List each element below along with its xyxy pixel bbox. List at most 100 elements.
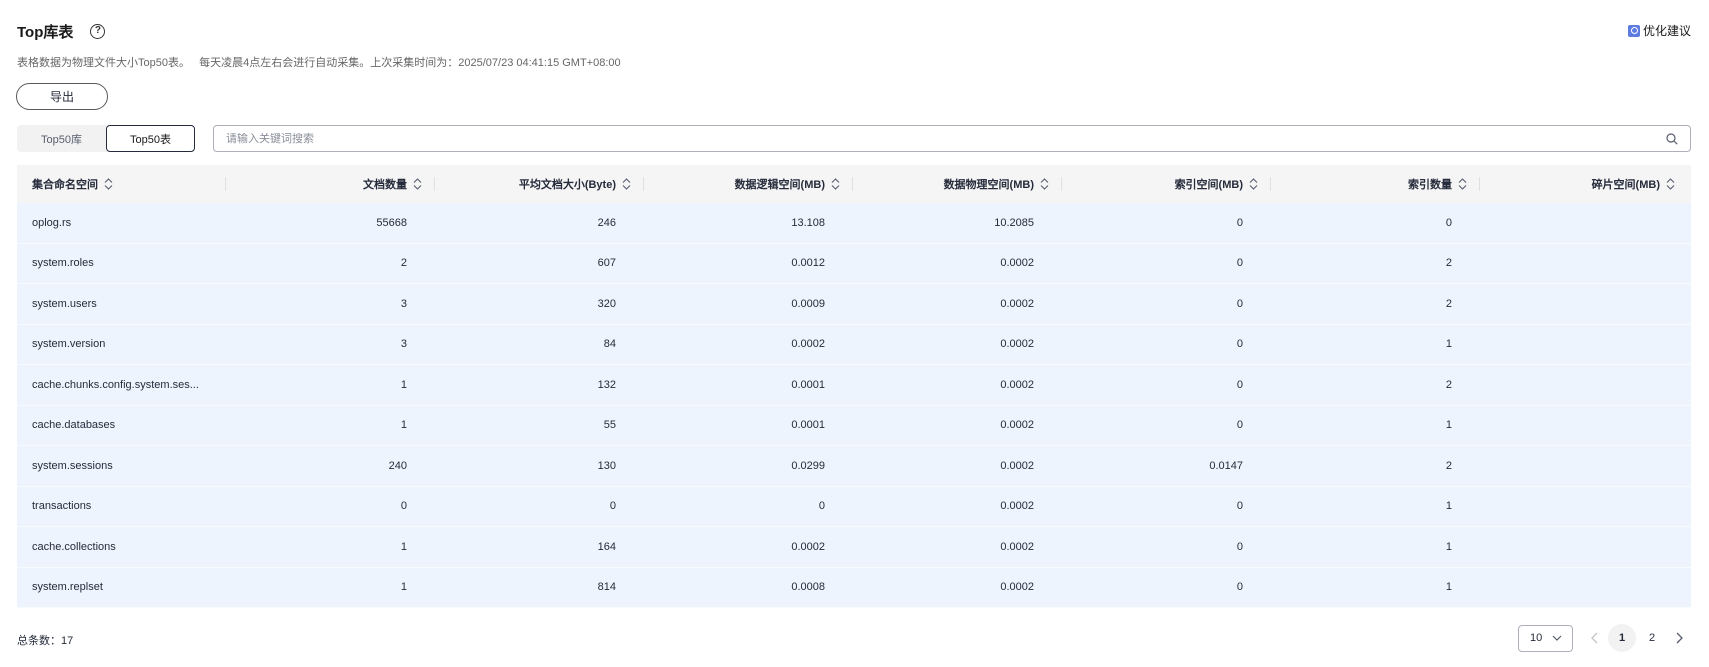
- cell-logical-space: 0.0299: [791, 459, 825, 472]
- cell-physical-space: 0.0002: [1000, 338, 1034, 351]
- total-count: 总条数：17: [17, 635, 74, 647]
- page-size-select[interactable]: 10: [1518, 624, 1573, 652]
- table-row[interactable]: cache.collections 1 164 0.0002 0.0002 0 1: [17, 527, 1691, 568]
- cell-doc-count: 240: [388, 459, 407, 472]
- cell-namespace: system.roles: [32, 257, 94, 270]
- cell-namespace: oplog.rs: [32, 216, 72, 229]
- cell-index-space: 0: [1236, 419, 1243, 432]
- column-header-label: 索引数量: [1408, 179, 1452, 191]
- sort-icon[interactable]: [1458, 178, 1467, 190]
- sort-icon[interactable]: [1249, 178, 1258, 190]
- table-row[interactable]: transactions 0 0 0 0.0002 0 1: [17, 486, 1691, 527]
- segment-switch: Top50库 Top50表: [17, 125, 195, 152]
- cell-namespace: cache.databases: [32, 419, 116, 432]
- page-2-button[interactable]: 2: [1638, 624, 1666, 652]
- cell-logical-space: 0.0012: [791, 257, 825, 270]
- cell-doc-count: 55668: [376, 216, 407, 229]
- table-row[interactable]: system.version 3 84 0.0002 0.0002 0 1: [17, 324, 1691, 365]
- cell-index-count: 2: [1445, 459, 1452, 472]
- cell-namespace: cache.chunks.config.system.ses...: [32, 378, 199, 391]
- cell-doc-count: 1: [400, 419, 407, 432]
- cell-physical-space: 0.0002: [1000, 257, 1034, 270]
- cell-avg-doc-size: 164: [597, 540, 616, 553]
- cell-namespace: system.version: [32, 338, 106, 351]
- search-icon[interactable]: [1666, 133, 1678, 145]
- cell-physical-space: 0.0002: [1000, 500, 1034, 513]
- column-header-label: 碎片空间(MB): [1591, 179, 1660, 191]
- cell-physical-space: 0.0002: [1000, 297, 1034, 310]
- cell-namespace: cache.collections: [32, 540, 116, 553]
- column-header-namespace[interactable]: 集合命名空间: [17, 165, 226, 203]
- cell-index-count: 1: [1445, 581, 1452, 594]
- tab-top50-table[interactable]: Top50表: [106, 125, 195, 152]
- cell-avg-doc-size: 246: [597, 216, 616, 229]
- page-1-button[interactable]: 1: [1608, 624, 1636, 652]
- prev-page-button[interactable]: [1583, 626, 1607, 650]
- table-row[interactable]: system.users 3 320 0.0009 0.0002 0 2: [17, 284, 1691, 325]
- cell-index-count: 0: [1445, 216, 1452, 229]
- cell-index-space: 0: [1236, 378, 1243, 391]
- sort-icon[interactable]: [104, 178, 113, 190]
- cell-physical-space: 0.0002: [1000, 378, 1034, 391]
- sort-icon[interactable]: [622, 178, 631, 190]
- table-row[interactable]: system.sessions 240 130 0.0299 0.0002 0.0147 2: [17, 446, 1691, 487]
- cell-index-count: 1: [1445, 500, 1452, 513]
- question-circle-icon[interactable]: ?: [90, 23, 106, 39]
- cell-index-space: 0: [1236, 581, 1243, 594]
- column-header-logical-space[interactable]: 数据逻辑空间(MB): [644, 165, 853, 203]
- column-header-label: 文档数量: [363, 179, 407, 191]
- cell-index-space: 0: [1236, 216, 1243, 229]
- table-row[interactable]: system.replset 1 814 0.0008 0.0002 0 1: [17, 567, 1691, 608]
- chevron-left-icon: [1591, 632, 1598, 644]
- search-input[interactable]: [226, 132, 1690, 145]
- column-header-physical-space[interactable]: 数据物理空间(MB): [853, 165, 1062, 203]
- page-title: Top库表: [17, 23, 74, 41]
- cell-doc-count: 1: [400, 581, 407, 594]
- cell-doc-count: 1: [400, 378, 407, 391]
- pagination: 10 1 2: [1518, 624, 1691, 652]
- sort-icon[interactable]: [1040, 178, 1049, 190]
- cell-doc-count: 0: [400, 500, 407, 513]
- tab-top50-db[interactable]: Top50库: [17, 125, 106, 152]
- cell-index-count: 2: [1445, 378, 1452, 391]
- cell-index-space: 0: [1236, 257, 1243, 270]
- cell-namespace: system.users: [32, 297, 97, 310]
- table-row[interactable]: cache.chunks.config.system.ses... 1 132 0.0…: [17, 365, 1691, 406]
- cell-logical-space: 0.0002: [791, 338, 825, 351]
- cell-logical-space: 0.0009: [791, 297, 825, 310]
- column-header-avg-doc-size[interactable]: 平均文档大小(Byte): [435, 165, 644, 203]
- column-header-fragment-space[interactable]: 碎片空间(MB): [1480, 165, 1688, 203]
- cell-physical-space: 10.2085: [994, 216, 1034, 229]
- sort-icon[interactable]: [1666, 178, 1675, 190]
- cell-logical-space: 0.0001: [791, 378, 825, 391]
- cell-avg-doc-size: 607: [597, 257, 616, 270]
- sort-icon[interactable]: [831, 178, 840, 190]
- chevron-right-icon: [1676, 632, 1683, 644]
- export-button[interactable]: 导出: [16, 83, 108, 110]
- optimization-advice-link[interactable]: 优化建议: [1627, 22, 1691, 39]
- column-header-label: 平均文档大小(Byte): [518, 179, 616, 191]
- cell-avg-doc-size: 132: [597, 378, 616, 391]
- advice-label: 优化建议: [1642, 24, 1691, 38]
- cell-index-space: 0: [1236, 540, 1243, 553]
- column-header-label: 集合命名空间: [32, 179, 98, 191]
- column-header-label: 数据逻辑空间(MB): [734, 179, 825, 191]
- table-row[interactable]: system.roles 2 607 0.0012 0.0002 0 2: [17, 243, 1691, 284]
- cell-index-space: 0: [1236, 338, 1243, 351]
- cell-logical-space: 0.0001: [791, 419, 825, 432]
- cell-index-count: 2: [1445, 257, 1452, 270]
- cell-index-count: 1: [1445, 419, 1452, 432]
- table-header: 集合命名空间 文档数量 平均文档大小(Byte) 数据逻辑空间(MB) 数据物理空间(M…: [17, 165, 1691, 203]
- table-row[interactable]: cache.databases 1 55 0.0001 0.0002 0 1: [17, 405, 1691, 446]
- sort-icon[interactable]: [413, 178, 422, 190]
- cell-physical-space: 0.0002: [1000, 459, 1034, 472]
- cell-namespace: system.replset: [32, 581, 103, 594]
- column-header-index-count[interactable]: 索引数量: [1271, 165, 1480, 203]
- table-row[interactable]: oplog.rs 55668 246 13.108 10.2085 0 0: [17, 203, 1691, 244]
- search-box: [213, 125, 1691, 152]
- column-header-doc-count[interactable]: 文档数量: [226, 165, 435, 203]
- column-header-index-space[interactable]: 索引空间(MB): [1062, 165, 1271, 203]
- next-page-button[interactable]: [1667, 626, 1691, 650]
- cell-index-space: 0: [1236, 500, 1243, 513]
- cell-doc-count: 1: [400, 540, 407, 553]
